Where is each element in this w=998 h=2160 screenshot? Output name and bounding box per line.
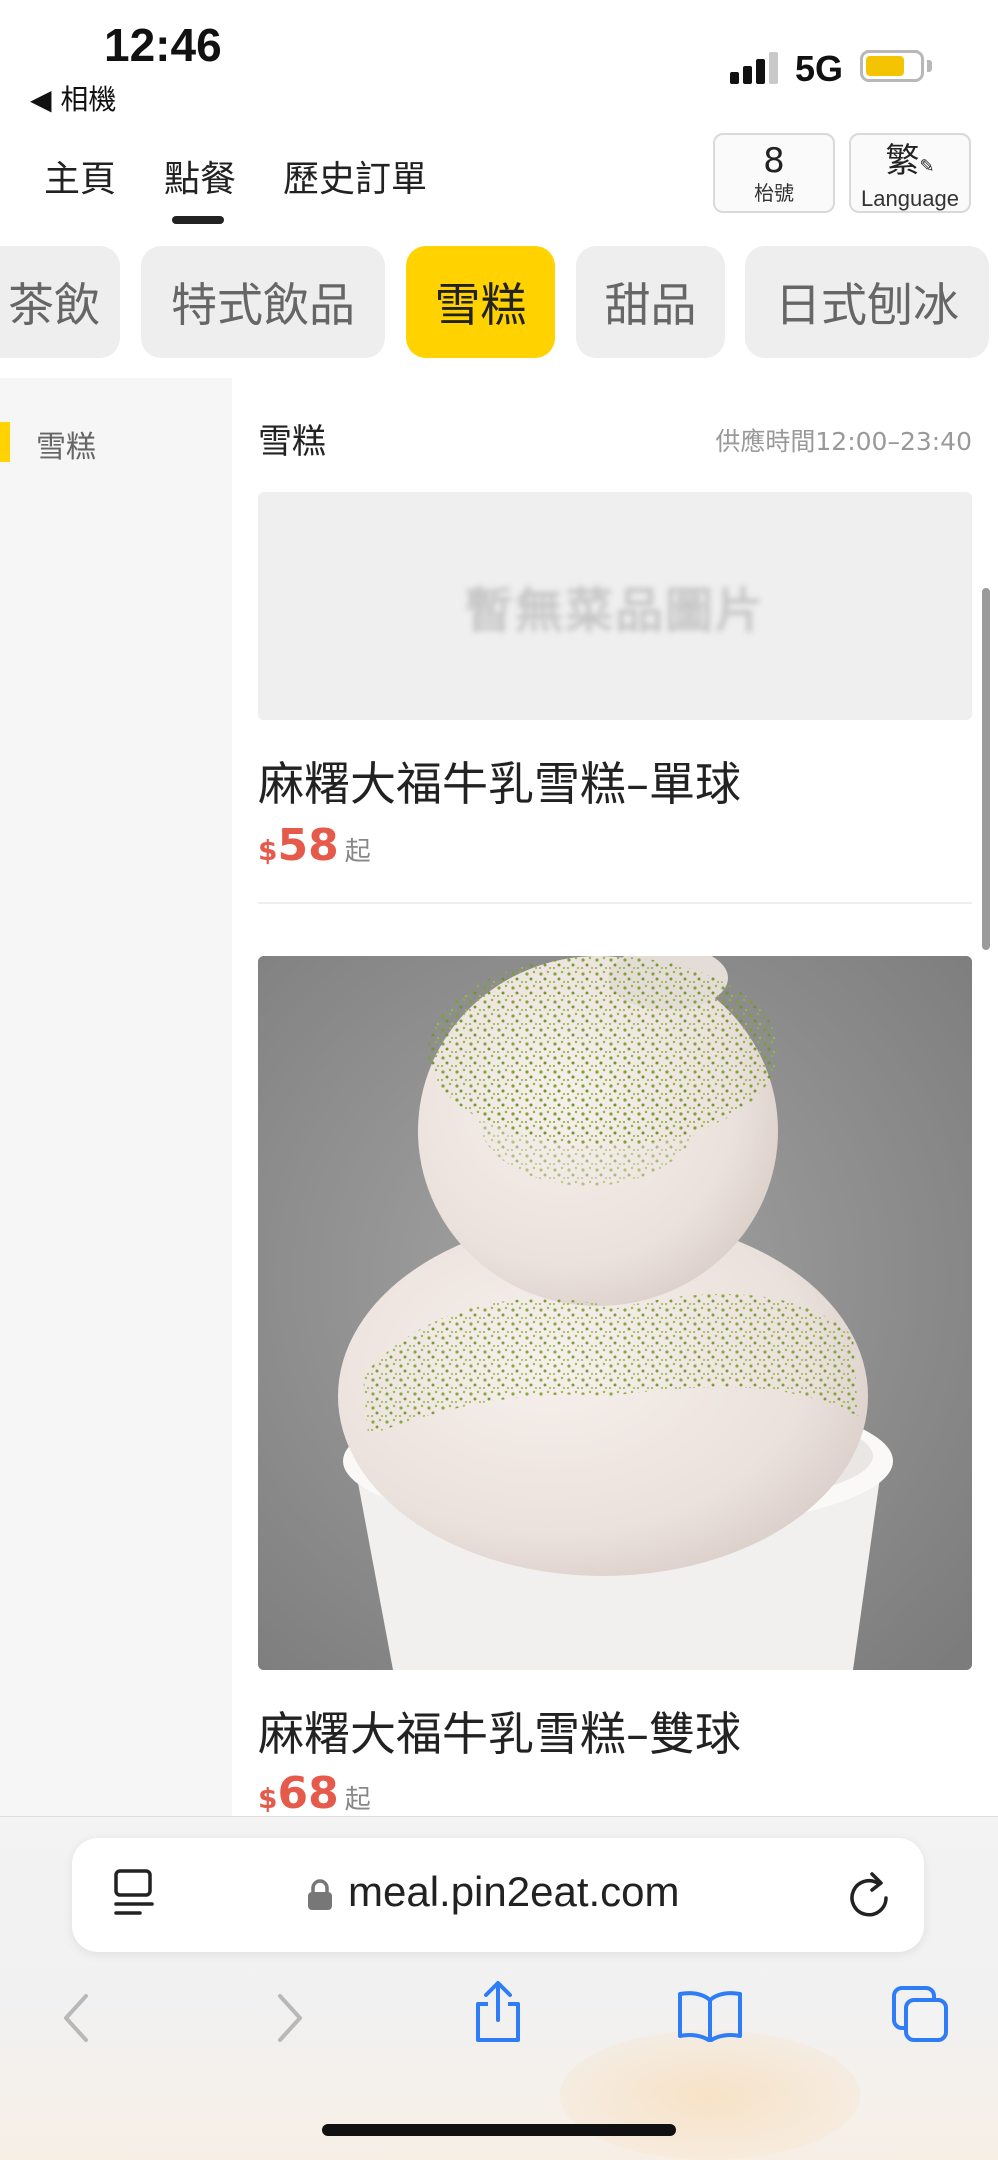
table-number-label: 枱號: [754, 181, 794, 205]
table-number-badge: 8 枱號: [713, 133, 835, 213]
tab-home[interactable]: 主頁: [44, 150, 116, 202]
price-suffix: 起: [344, 837, 371, 867]
tab-order-history[interactable]: 歷史訂單: [283, 150, 427, 202]
price-currency: $: [258, 1782, 278, 1815]
category-chip-shaved-ice[interactable]: 日式刨冰: [745, 246, 989, 358]
table-number: 8: [763, 141, 785, 181]
status-time: 12:46: [104, 19, 222, 71]
category-sidebar: [0, 378, 232, 1818]
pencil-icon: ✎: [919, 156, 935, 177]
network-type: 5G: [795, 48, 844, 89]
back-to-camera-link[interactable]: ◀ 相機: [30, 78, 116, 118]
sidebar-item-ice-cream[interactable]: 雪糕: [36, 422, 96, 466]
price-currency: $: [258, 834, 278, 867]
item-divider: [258, 902, 972, 904]
section-title: 雪糕: [258, 422, 326, 462]
bookmarks-icon[interactable]: [676, 1988, 744, 2042]
back-icon[interactable]: [56, 1990, 96, 2046]
language-label: Language: [861, 186, 959, 211]
battery-icon: [860, 50, 924, 82]
background-glow: [560, 2030, 860, 2160]
item-price: $58 起: [258, 820, 371, 871]
reload-icon[interactable]: [846, 1870, 892, 1918]
category-chip-ice-cream[interactable]: 雪糕: [406, 246, 555, 358]
cellular-signal-icon: [730, 52, 780, 84]
matcha-ice-cream-photo: [258, 956, 972, 1670]
price-value: 58: [277, 820, 339, 871]
sidebar-active-marker: [0, 422, 10, 462]
category-chip-tea[interactable]: 茶飲: [0, 246, 120, 358]
share-icon[interactable]: [470, 1980, 526, 2046]
no-image-text: 暫無菜品圖片: [464, 583, 765, 639]
lock-icon: [308, 1879, 332, 1910]
item-image-placeholder[interactable]: 暫無菜品圖片: [258, 492, 972, 720]
section-hours: 供應時間12:00–23:40: [715, 427, 972, 456]
battery-tip: [927, 60, 932, 72]
battery-level: [866, 56, 904, 76]
reader-mode-icon[interactable]: [112, 1868, 158, 1918]
active-tab-indicator: [172, 216, 224, 224]
language-button[interactable]: 繁✎ Language: [849, 133, 971, 213]
forward-icon[interactable]: [270, 1990, 310, 2046]
url-text[interactable]: meal.pin2eat.com: [348, 1868, 680, 1916]
category-chip-desserts[interactable]: 甜品: [576, 246, 725, 358]
price-value: 68: [277, 1768, 339, 1819]
tab-order[interactable]: 點餐: [164, 150, 236, 202]
category-chip-special-drinks[interactable]: 特式飲品: [141, 246, 385, 358]
item-name[interactable]: 麻糬大福牛乳雪糕–雙球: [258, 1698, 741, 1764]
language-char: 繁: [885, 141, 920, 181]
tabs-icon[interactable]: [890, 1984, 952, 2044]
price-suffix: 起: [344, 1785, 371, 1815]
scrollbar-thumb[interactable]: [982, 588, 990, 950]
home-indicator[interactable]: [322, 2124, 676, 2136]
item-photo[interactable]: [258, 956, 972, 1670]
item-name[interactable]: 麻糬大福牛乳雪糕–單球: [258, 748, 741, 814]
item-price: $68 起: [258, 1768, 371, 1819]
